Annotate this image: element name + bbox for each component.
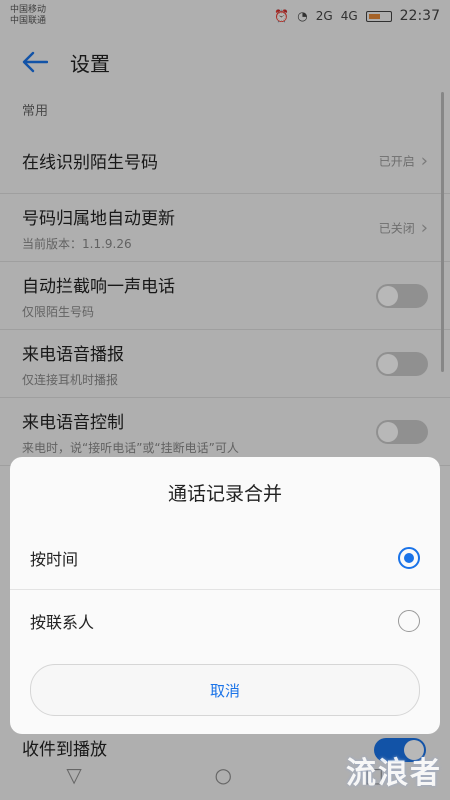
home-nav-icon[interactable]: ○	[215, 763, 232, 787]
option-by-time[interactable]: 按时间	[10, 527, 440, 589]
cancel-button[interactable]: 取消	[30, 664, 420, 716]
watermark: 流浪者	[346, 756, 442, 791]
merge-call-log-dialog: 通话记录合并 按时间 按联系人 取消	[10, 457, 440, 734]
radio-selected-icon[interactable]	[398, 547, 420, 569]
back-nav-icon[interactable]: ▽	[66, 763, 81, 787]
option-label: 按联系人	[30, 613, 95, 632]
radio-unselected-icon[interactable]	[398, 610, 420, 632]
option-by-contact[interactable]: 按联系人	[10, 589, 440, 652]
option-label: 按时间	[30, 550, 79, 569]
dialog-title: 通话记录合并	[167, 482, 282, 505]
